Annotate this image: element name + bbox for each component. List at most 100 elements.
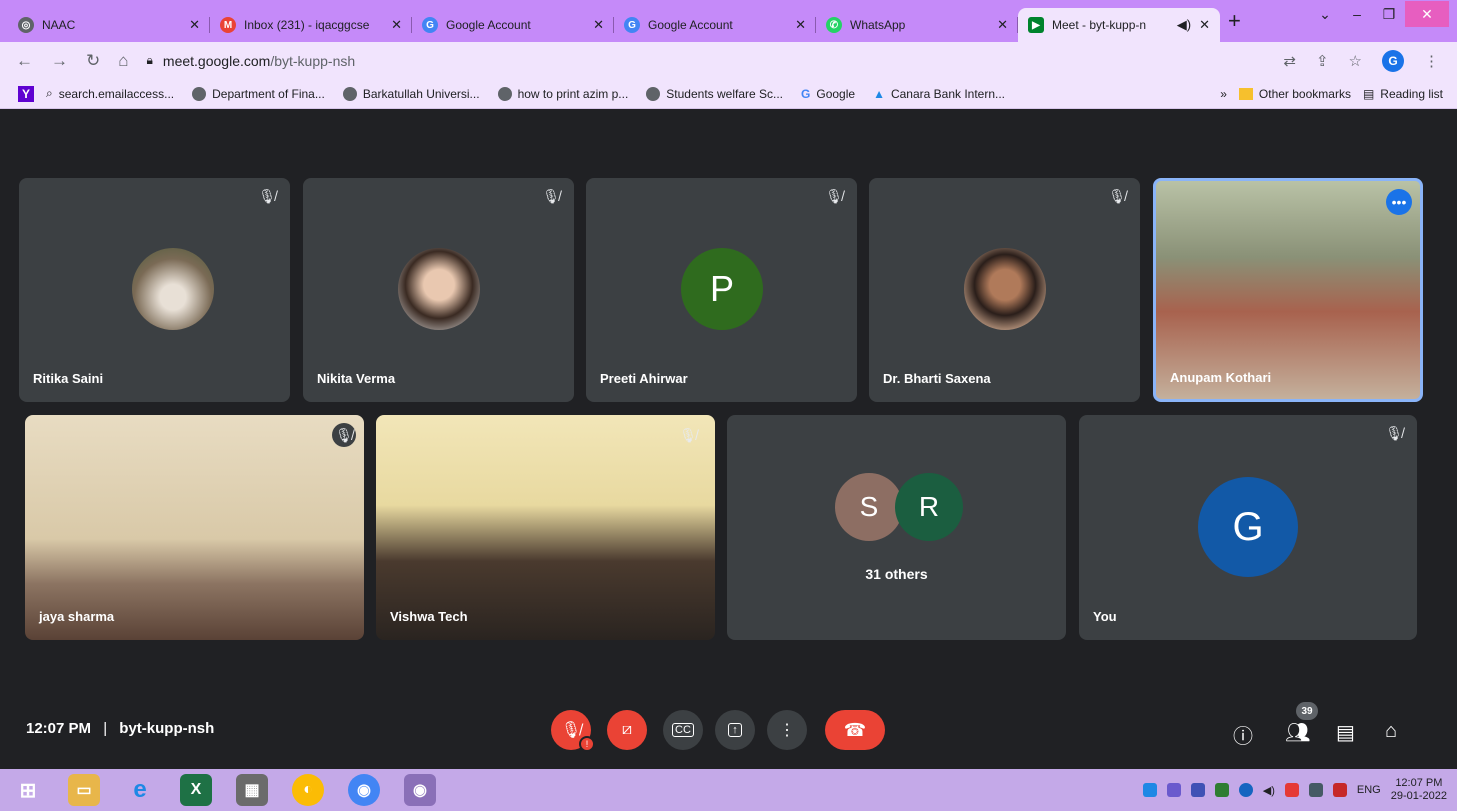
avatar: G <box>1198 477 1298 577</box>
participant-tile[interactable]: 🎙︎̸ Nikita Verma <box>303 178 574 402</box>
folder-icon <box>1238 88 1253 100</box>
tray-app-icon[interactable] <box>1284 783 1299 797</box>
tab-google-account-2[interactable]: G Google Account ✕ <box>614 8 816 42</box>
participant-tile[interactable]: 🎙︎̸ Ritika Saini <box>19 178 290 402</box>
mic-off-icon: 🎙︎̸ <box>542 188 560 204</box>
antivirus-icon[interactable] <box>1332 783 1347 797</box>
volume-icon[interactable]: ◀) <box>1263 784 1275 797</box>
speaker-icon[interactable]: ◀) <box>1177 17 1191 33</box>
tab-title: WhatsApp <box>850 18 906 32</box>
others-count-label: 31 others <box>865 566 928 582</box>
present-button[interactable]: ↑ <box>715 710 755 750</box>
file-explorer-icon[interactable]: ▭ <box>68 774 100 806</box>
tab-inbox[interactable]: M Inbox (231) - iqacggcse ✕ <box>210 8 412 42</box>
bookmark-item[interactable]: ▲ Canara Bank Intern... <box>873 87 1005 101</box>
restore-button[interactable]: ❐ <box>1373 6 1405 23</box>
reading-list-icon: ▤ <box>1362 87 1375 101</box>
participant-tile[interactable]: 🎙︎̸ Dr. Bharti Saxena <box>869 178 1140 402</box>
avatar: R <box>895 473 963 541</box>
system-clock[interactable]: 12:07 PM 29-01-2022 <box>1391 777 1447 803</box>
tab-search-icon[interactable]: ⌄ <box>1309 6 1341 23</box>
reading-list[interactable]: ▤ Reading list <box>1363 87 1443 101</box>
globe-icon <box>192 86 207 101</box>
tab-naac[interactable]: ◎ NAAC ✕ <box>8 8 210 42</box>
mic-off-icon: 🎙︎̸ <box>258 188 276 204</box>
close-icon[interactable]: ✕ <box>391 17 402 33</box>
bookmarks-bar: Y ⌕ search.emailaccess... Department of F… <box>0 79 1457 109</box>
tray-app-icon[interactable] <box>1190 783 1205 797</box>
tray-app-icon[interactable] <box>1214 783 1229 797</box>
paint-icon[interactable]: ◐ <box>292 774 324 806</box>
participant-tile[interactable]: 🎙︎̸ P Preeti Ahirwar <box>586 178 857 402</box>
more-bookmarks-icon[interactable]: » <box>1220 87 1227 101</box>
tab-meet[interactable]: ▶ Meet - byt-kupp-n ◀) ✕ <box>1018 8 1220 42</box>
participant-tile[interactable]: 🎙︎̸ jaya sharma <box>25 415 364 640</box>
people-icon[interactable]: 👥︎ <box>1285 720 1310 745</box>
captions-button[interactable]: CC <box>663 710 703 750</box>
url-bar[interactable]: 🔒︎ meet.google.com/byt-kupp-nsh <box>146 46 1266 75</box>
search-icon: ⌕ <box>46 86 53 100</box>
system-tray: ◀) ENG 12:07 PM 29-01-2022 <box>1142 769 1447 811</box>
bookmark-item[interactable]: how to print azim p... <box>497 86 628 101</box>
participant-tile-speaking[interactable]: ••• Anupam Kothari <box>1153 178 1423 402</box>
tab-google-account[interactable]: G Google Account ✕ <box>412 8 614 42</box>
window-controls: ⌄ – ❐ ✕ <box>1309 0 1449 28</box>
network-icon[interactable] <box>1238 783 1253 797</box>
chat-icon[interactable]: ▤ <box>1336 720 1355 745</box>
bookmark-item[interactable]: G Google <box>801 87 855 101</box>
participant-name: Ritika Saini <box>33 371 104 386</box>
back-icon[interactable]: ← <box>16 51 33 71</box>
leave-call-button[interactable]: ☎ <box>825 710 885 750</box>
tray-app-icon[interactable] <box>1166 783 1181 797</box>
window-close-button[interactable]: ✕ <box>1405 1 1449 27</box>
close-icon[interactable]: ✕ <box>1199 17 1210 33</box>
tab-title: NAAC <box>42 18 76 32</box>
tab-whatsapp[interactable]: ✆ WhatsApp ✕ <box>816 8 1018 42</box>
excel-icon[interactable]: X <box>180 774 212 806</box>
close-icon[interactable]: ✕ <box>593 17 604 33</box>
yahoo-icon[interactable]: Y <box>18 85 34 102</box>
close-icon[interactable]: ✕ <box>795 17 806 33</box>
participant-tile[interactable]: 🎙︎̸ Vishwa Tech <box>376 415 715 640</box>
translate-icon[interactable]: ⇄ <box>1283 52 1296 70</box>
chrome-profile-icon[interactable]: ◉ <box>404 774 436 806</box>
profile-avatar[interactable]: G <box>1382 49 1404 72</box>
chrome-icon[interactable]: ◉ <box>348 774 380 806</box>
new-tab-button[interactable]: + <box>1228 8 1241 34</box>
star-icon[interactable]: ☆ <box>1349 52 1362 70</box>
participant-name: Anupam Kothari <box>1170 370 1272 385</box>
mic-toggle-button[interactable]: 🎙︎̸ ! <box>551 710 595 752</box>
tab-title: Meet - byt-kupp-n <box>1052 18 1147 32</box>
info-icon[interactable]: ⓘ <box>1233 720 1253 749</box>
close-icon[interactable]: ✕ <box>189 17 200 33</box>
start-icon[interactable]: ⊞ <box>12 774 44 806</box>
meeting-controls-bar: 12:07 PM | byt-kupp-nsh 🎙︎̸ ! ⧄ CC ↑ ⋮ ☎… <box>0 680 1457 774</box>
bookmark-item[interactable]: Students welfare Sc... <box>646 86 783 101</box>
language-indicator[interactable]: ENG <box>1357 784 1381 796</box>
bookmark-item[interactable]: Department of Fina... <box>192 86 325 101</box>
others-tile[interactable]: S R 31 others <box>727 415 1066 640</box>
more-options-button[interactable]: ⋮ <box>767 710 807 750</box>
activities-icon[interactable]: ⌂ <box>1385 720 1397 743</box>
self-tile[interactable]: 🎙︎̸ G You <box>1079 415 1417 640</box>
share-icon[interactable]: ⇪ <box>1316 52 1329 70</box>
more-options-icon[interactable]: ••• <box>1386 189 1412 215</box>
mic-off-icon: 🎙︎̸ <box>1108 188 1126 204</box>
globe-icon <box>646 86 661 101</box>
keyboard-icon[interactable] <box>1308 783 1323 797</box>
reload-icon[interactable]: ↻ <box>86 51 100 71</box>
meeting-info: 12:07 PM | byt-kupp-nsh <box>26 720 214 737</box>
bookmark-item[interactable]: Barkatullah Universi... <box>342 86 480 101</box>
camera-toggle-button[interactable]: ⧄ <box>607 710 647 750</box>
forward-icon[interactable]: → <box>51 51 68 71</box>
menu-icon[interactable]: ⋮ <box>1424 52 1439 70</box>
internet-explorer-icon[interactable]: e <box>124 774 156 806</box>
home-icon[interactable]: ⌂ <box>118 51 128 71</box>
alert-icon: ! <box>579 736 595 752</box>
minimize-button[interactable]: – <box>1341 6 1373 22</box>
other-bookmarks[interactable]: Other bookmarks <box>1238 87 1351 101</box>
calculator-icon[interactable]: ▦ <box>236 774 268 806</box>
bookmark-item[interactable]: ⌕ search.emailaccess... <box>46 86 174 101</box>
search-tray-icon[interactable] <box>1142 783 1157 797</box>
close-icon[interactable]: ✕ <box>997 17 1008 33</box>
